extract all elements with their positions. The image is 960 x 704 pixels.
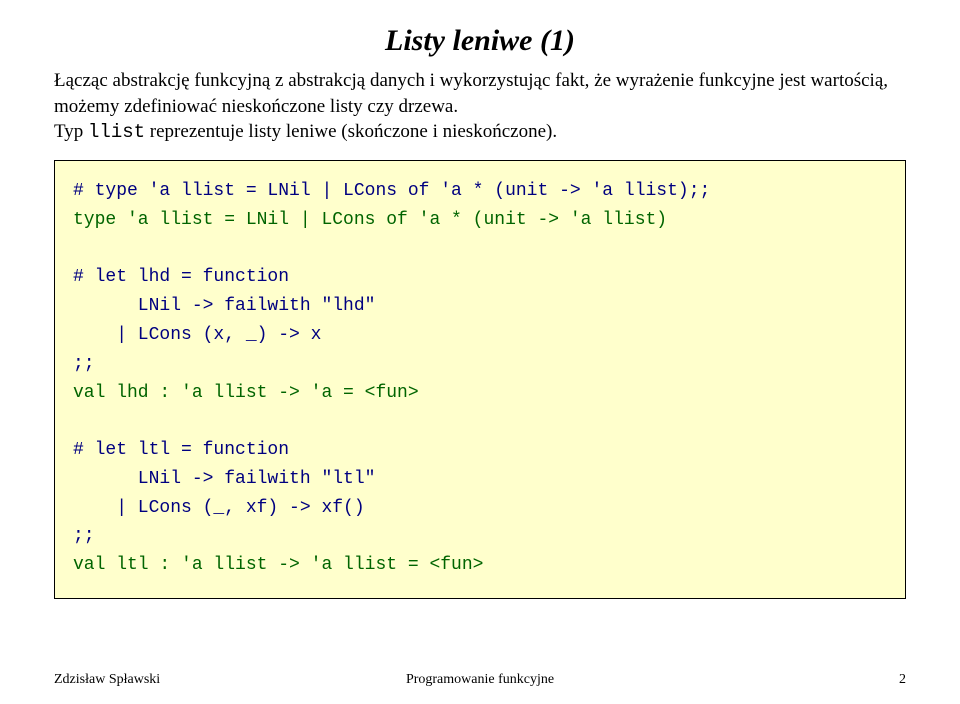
desc-text-2b: reprezentuje listy leniwe (skończone i n… xyxy=(145,121,557,142)
footer-center: Programowanie funkcyjne xyxy=(54,672,906,688)
code-line-2: type 'a llist = LNil | LCons of 'a * (un… xyxy=(73,210,667,230)
footer: Zdzisław Spławski Programowanie funkcyjn… xyxy=(54,672,906,688)
code-line-12: | LCons (_, xf) -> xf() xyxy=(73,498,365,518)
page-title: Listy leniwe (1) xyxy=(54,24,906,58)
code-line-7: ;; xyxy=(73,354,95,374)
page-content: Listy leniwe (1) Łącząc abstrakcję funkc… xyxy=(0,0,960,599)
code-line-10: # let ltl = function xyxy=(73,440,289,460)
code-line-8: val lhd : 'a llist -> 'a = <fun> xyxy=(73,383,419,403)
code-line-14: val ltl : 'a llist -> 'a llist = <fun> xyxy=(73,555,483,575)
desc-text-1: Łącząc abstrakcję funkcyjną z abstrakcją… xyxy=(54,70,888,117)
desc-mono: llist xyxy=(88,121,145,143)
code-line-1: # type 'a llist = LNil | LCons of 'a * (… xyxy=(73,181,710,201)
desc-text-2a: Typ xyxy=(54,121,88,142)
code-line-5: LNil -> failwith "lhd" xyxy=(73,296,375,316)
code-block: # type 'a llist = LNil | LCons of 'a * (… xyxy=(54,160,906,599)
code-line-6: | LCons (x, _) -> x xyxy=(73,325,321,345)
description: Łącząc abstrakcję funkcyjną z abstrakcją… xyxy=(54,68,906,146)
code-line-13: ;; xyxy=(73,526,95,546)
code-line-11: LNil -> failwith "ltl" xyxy=(73,469,375,489)
code-line-4: # let lhd = function xyxy=(73,267,289,287)
